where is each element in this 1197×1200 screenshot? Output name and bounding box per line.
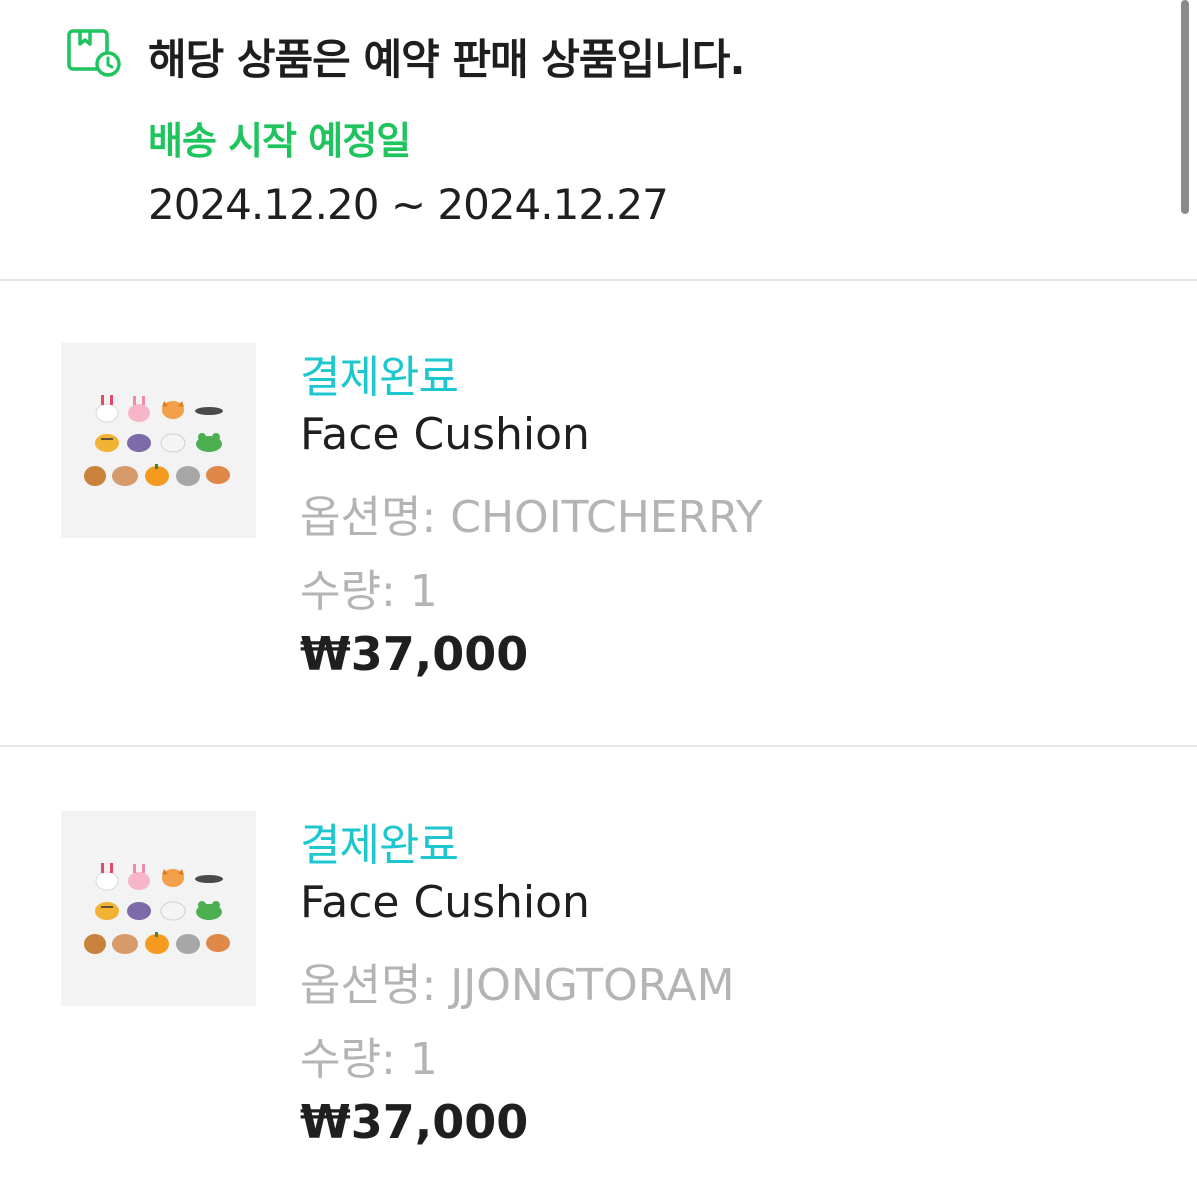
divider [0, 279, 1197, 281]
fox-face-icon [162, 401, 184, 419]
squirrel-face-icon [206, 934, 230, 952]
product-thumbnail[interactable] [61, 343, 256, 538]
bunny-face-icon [95, 395, 119, 423]
cat-face-icon [176, 934, 200, 954]
face-cushion-thumbnail [84, 863, 230, 954]
face-cushion-thumbnail [84, 395, 230, 486]
bear-face-icon [112, 934, 138, 954]
order-detail-page: 해당 상품은 예약 판매 상품입니다. 배송 시작 예정일 2024.12.20… [0, 0, 1197, 1200]
product-name[interactable]: Face Cushion [300, 409, 590, 460]
price: ₩37,000 [300, 1095, 529, 1149]
tiger-face-icon [95, 902, 119, 920]
quantity: 수량: 1 [300, 566, 438, 617]
preorder-notice: 해당 상품은 예약 판매 상품입니다. 배송 시작 예정일 2024.12.20… [0, 0, 1197, 280]
order-item[interactable]: 결제완료 Face Cushion 옵션명: JJONGTORAM 수량: 1 … [0, 811, 1197, 1200]
shipping-start-label: 배송 시작 예정일 [148, 119, 411, 163]
payment-status: 결제완료 [300, 820, 459, 871]
pink-bunny-face-icon [128, 864, 150, 890]
option-name: 옵션명: JJONGTORAM [300, 960, 735, 1011]
dog-face-icon [84, 466, 106, 486]
fox-face-icon [162, 869, 184, 887]
pink-bunny-face-icon [128, 396, 150, 422]
pumpkin-face-icon [145, 932, 169, 954]
divider [0, 745, 1197, 747]
preorder-notice-title: 해당 상품은 예약 판매 상품입니다. [148, 35, 745, 84]
frog-face-icon [196, 901, 222, 920]
product-thumbnail[interactable] [61, 811, 256, 1006]
quantity: 수량: 1 [300, 1034, 438, 1085]
pumpkin-face-icon [145, 464, 169, 486]
dog-face-icon [84, 934, 106, 954]
puppy-face-icon [160, 901, 186, 921]
scrollbar[interactable] [1181, 0, 1189, 214]
wolf-face-icon [127, 434, 151, 452]
wolf-face-icon [127, 902, 151, 920]
product-name[interactable]: Face Cushion [300, 877, 590, 928]
bat-face-icon [195, 407, 223, 415]
tiger-face-icon [95, 434, 119, 452]
bat-face-icon [195, 875, 223, 883]
order-item[interactable]: 결제완료 Face Cushion 옵션명: CHOITCHERRY 수량: 1… [0, 343, 1197, 743]
cat-face-icon [176, 466, 200, 486]
puppy-face-icon [160, 433, 186, 453]
frog-face-icon [196, 433, 222, 452]
price: ₩37,000 [300, 627, 529, 681]
payment-status: 결제완료 [300, 352, 459, 403]
bunny-face-icon [95, 863, 119, 891]
preorder-calendar-clock-icon [67, 29, 121, 77]
bear-face-icon [112, 466, 138, 486]
shipping-date-range: 2024.12.20 ~ 2024.12.27 [148, 180, 669, 229]
option-name: 옵션명: CHOITCHERRY [300, 492, 763, 543]
squirrel-face-icon [206, 466, 230, 484]
